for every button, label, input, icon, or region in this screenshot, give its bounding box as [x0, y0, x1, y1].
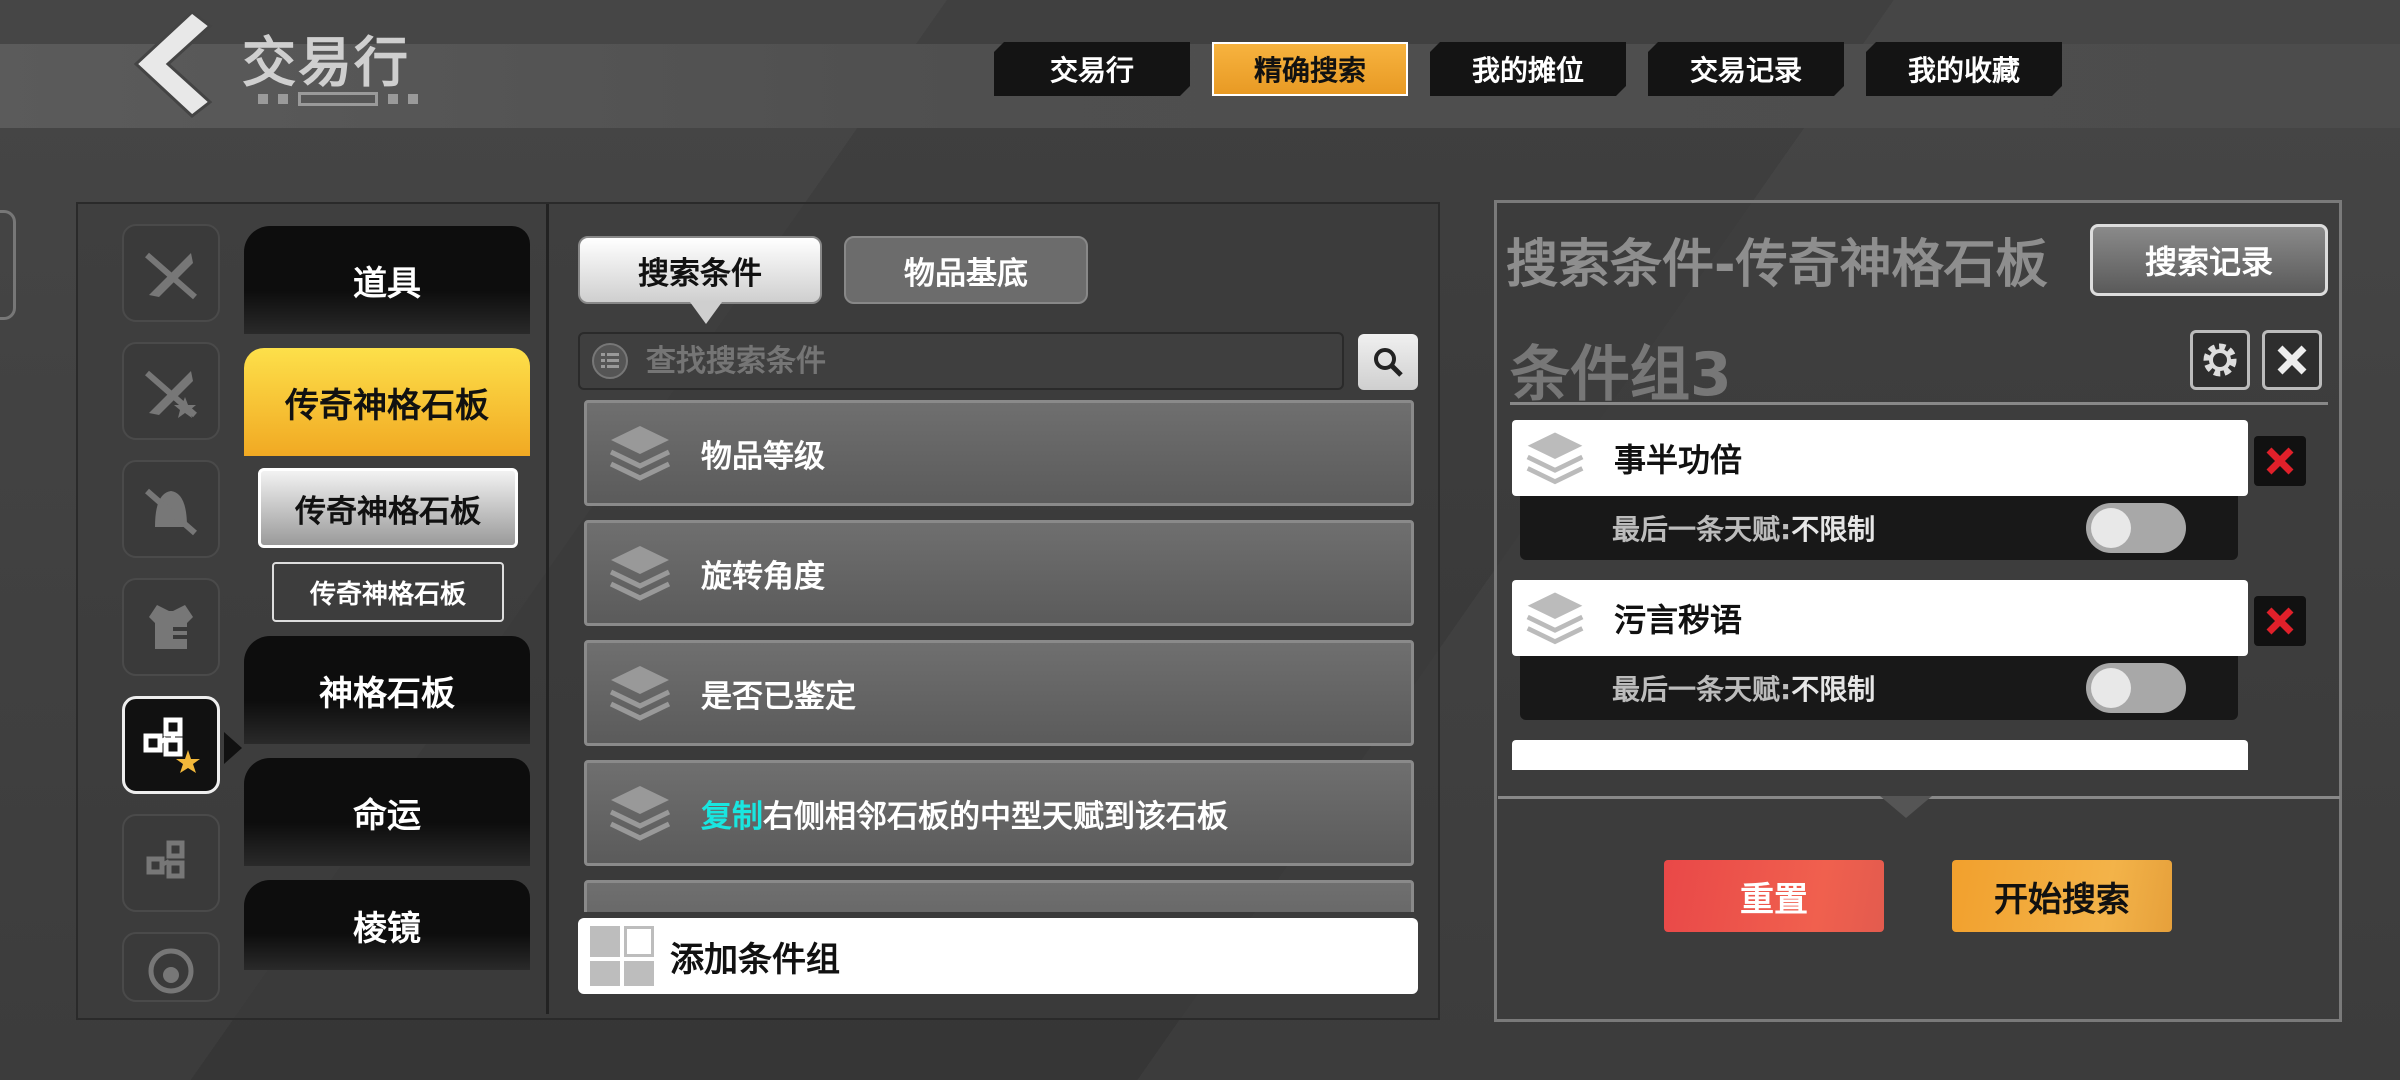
layers-icon — [1526, 592, 1584, 645]
back-arrow-icon — [133, 10, 213, 118]
armor-icon — [149, 605, 195, 649]
close-icon — [2277, 345, 2307, 375]
rule-item: 事半功倍 最后一条天赋:不限制 — [1512, 420, 2320, 560]
tile-icon — [146, 840, 185, 879]
category-tablet[interactable]: 神格石板 — [244, 636, 530, 744]
search-history-button[interactable]: 搜索记录 — [2090, 224, 2328, 296]
group-remove-button[interactable] — [2262, 330, 2322, 390]
layers-icon — [609, 786, 671, 841]
top-tabs: 交易行 精确搜索 我的摊位 交易记录 我的收藏 — [994, 42, 2062, 96]
category-icon-0[interactable] — [122, 224, 220, 322]
grid-icon — [590, 926, 654, 986]
rule-delete-button[interactable] — [2254, 436, 2306, 486]
category-icon-1[interactable] — [122, 342, 220, 440]
column-divider — [546, 204, 549, 1014]
condition-label: 复制右侧相邻石板的中型天赋到该石板 — [701, 791, 1228, 836]
sword-slash-icon — [145, 252, 197, 300]
subcategory-legendary-tablet-selected[interactable]: 传奇神格石板 — [258, 468, 518, 548]
rule-option-text: 最后一条天赋:不限制 — [1612, 508, 1875, 548]
tab-market[interactable]: 交易行 — [994, 42, 1190, 96]
tab-my-stall[interactable]: 我的摊位 — [1430, 42, 1626, 96]
rule-header[interactable]: 污言秽语 — [1512, 580, 2248, 656]
middle-tabs: 搜索条件 物品基底 — [578, 236, 1088, 324]
subcategory-legendary-tablet[interactable]: 传奇神格石板 — [272, 562, 504, 622]
condition-search-input[interactable] — [646, 343, 1326, 379]
category-icon-5[interactable] — [122, 814, 220, 912]
sword-star-icon — [145, 370, 197, 418]
rule-option-label: 最后一条天赋: — [1612, 513, 1792, 546]
category-icon-column — [122, 224, 220, 1022]
edge-decoration — [0, 210, 16, 320]
rule-option-value: 不限制 — [1791, 513, 1876, 546]
layers-icon — [609, 426, 671, 481]
active-category-pointer — [224, 732, 242, 764]
condition-item-rotation[interactable]: 旋转角度 — [584, 520, 1414, 626]
layers-icon — [609, 546, 671, 601]
layers-icon — [1526, 432, 1584, 485]
category-fate[interactable]: 命运 — [244, 758, 530, 866]
helmet-icon — [145, 488, 197, 536]
condition-item-copy-talent[interactable]: 复制右侧相邻石板的中型天赋到该石板 — [584, 760, 1414, 866]
delete-icon — [2266, 607, 2294, 635]
tab-trade-history[interactable]: 交易记录 — [1648, 42, 1844, 96]
condition-label: 旋转角度 — [701, 558, 825, 595]
panel-divider — [1510, 402, 2328, 405]
group-settings-button[interactable] — [2190, 330, 2250, 390]
rule-option: 最后一条天赋:不限制 — [1520, 496, 2238, 560]
rule-option-text: 最后一条天赋:不限制 — [1612, 668, 1875, 708]
category-icon-2[interactable] — [122, 460, 220, 558]
gear-icon — [2203, 343, 2237, 377]
scroll-notch — [1880, 796, 1932, 818]
rule-delete-button[interactable] — [2254, 596, 2306, 646]
condition-label: 物品等级 — [701, 438, 825, 475]
add-group-label: 添加条件组 — [670, 939, 840, 980]
tile-star-icon — [143, 717, 200, 773]
rule-name: 污言秽语 — [1614, 601, 1743, 639]
rule-header[interactable]: 事半功倍 — [1512, 420, 2248, 496]
tab-precise-search[interactable]: 精确搜索 — [1212, 42, 1408, 96]
condition-search-bar — [578, 332, 1344, 390]
tab-search-conditions[interactable]: 搜索条件 — [578, 236, 822, 324]
condition-keyword: 复制 — [701, 798, 763, 835]
category-prism[interactable]: 棱镜 — [244, 880, 530, 970]
head-icon — [148, 948, 194, 994]
add-condition-group-button[interactable]: 添加条件组 — [578, 918, 1418, 994]
tab-favorites[interactable]: 我的收藏 — [1866, 42, 2062, 96]
rule-option: 最后一条天赋:不限制 — [1520, 656, 2238, 720]
category-legendary-tablet[interactable]: 传奇神格石板 — [244, 348, 530, 456]
condition-label-rest: 右侧相邻石板的中型天赋到该石板 — [763, 798, 1228, 835]
condition-item-partial[interactable] — [584, 880, 1414, 912]
reset-button[interactable]: 重置 — [1664, 860, 1884, 932]
rule-name: 事半功倍 — [1614, 441, 1743, 479]
back-button[interactable] — [130, 8, 216, 120]
tab-item-base[interactable]: 物品基底 — [844, 236, 1088, 304]
start-search-button[interactable]: 开始搜索 — [1952, 860, 2172, 932]
panel-title: 搜索条件-传奇神格石板 — [1506, 235, 2048, 295]
title-decoration — [258, 92, 418, 106]
category-icon-4[interactable] — [122, 696, 220, 794]
rule-item: 污言秽语 最后一条天赋:不限制 — [1512, 580, 2320, 720]
rule-toggle[interactable] — [2086, 503, 2186, 553]
category-list: 道具 传奇神格石板 传奇神格石板 传奇神格石板 神格石板 命运 棱镜 — [244, 226, 532, 984]
category-icon-6[interactable] — [122, 932, 220, 1002]
category-icon-3[interactable] — [122, 578, 220, 676]
rule-option-label: 最后一条天赋: — [1612, 673, 1792, 706]
condition-group-title: 条件组3 — [1510, 340, 1732, 410]
delete-icon — [2266, 447, 2294, 475]
rule-option-value: 不限制 — [1791, 673, 1876, 706]
list-icon — [592, 343, 628, 379]
search-icon — [1374, 348, 1403, 377]
rule-item-partial[interactable] — [1512, 740, 2248, 770]
condition-label: 是否已鉴定 — [701, 678, 856, 715]
category-items[interactable]: 道具 — [244, 226, 530, 334]
rule-list: 事半功倍 最后一条天赋:不限制 污言秽语 最后一条天赋:不限制 — [1512, 420, 2320, 792]
layers-icon — [609, 666, 671, 721]
condition-item-level[interactable]: 物品等级 — [584, 400, 1414, 506]
condition-list: 物品等级 旋转角度 是否已鉴定 复制右侧相邻石板的中型天赋到该石板 — [584, 400, 1414, 912]
search-button[interactable] — [1358, 334, 1418, 390]
page-title: 交易行 — [242, 31, 410, 94]
condition-item-identified[interactable]: 是否已鉴定 — [584, 640, 1414, 746]
rule-toggle[interactable] — [2086, 663, 2186, 713]
